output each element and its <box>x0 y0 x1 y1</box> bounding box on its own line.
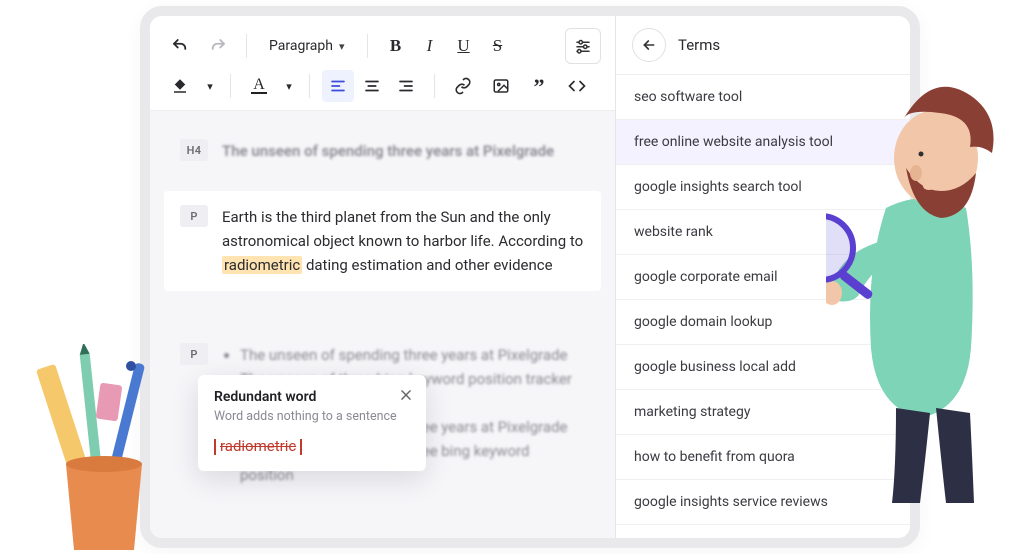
app-shell: Paragraph ▾ B I U S <box>150 16 910 538</box>
editor-content[interactable]: H4 The unseen of spending three years at… <box>150 111 615 515</box>
close-button[interactable] <box>396 385 416 405</box>
text-before: Earth is the third planet from the Sun a… <box>222 208 583 250</box>
highlight-color-chevron[interactable]: ▾ <box>202 70 218 102</box>
highlight-color-button[interactable] <box>164 70 196 102</box>
panel-title: Terms <box>678 36 720 54</box>
pencil-cup-illustration <box>36 344 166 554</box>
heading-block[interactable]: H4 The unseen of spending three years at… <box>164 125 601 177</box>
redo-icon <box>209 37 227 55</box>
man-illustration <box>826 58 1016 508</box>
tooltip-title: Redundant word <box>214 389 410 405</box>
fill-icon <box>171 77 189 95</box>
image-icon <box>492 77 510 95</box>
chevron-down-icon: ▾ <box>286 80 292 93</box>
block-tag-h4: H4 <box>180 139 208 161</box>
block-tag-p: P <box>180 205 208 227</box>
divider <box>230 74 231 98</box>
italic-button[interactable]: I <box>414 30 446 62</box>
link-icon <box>454 77 472 95</box>
redo-button[interactable] <box>202 30 234 62</box>
paragraph-format-select[interactable]: Paragraph ▾ <box>259 30 355 62</box>
image-button[interactable] <box>485 70 517 102</box>
editor-pane: Paragraph ▾ B I U S <box>150 16 615 538</box>
divider <box>367 34 368 58</box>
bold-button[interactable]: B <box>380 30 412 62</box>
sliders-icon <box>574 37 592 55</box>
settings-button[interactable] <box>565 28 601 64</box>
tooltip-strikethrough-word[interactable]: radiometric <box>214 439 302 455</box>
grammar-tooltip: Redundant word Word adds nothing to a se… <box>198 375 426 471</box>
align-left-icon <box>329 77 347 95</box>
paragraph-block-1[interactable]: P Earth is the third planet from the Sun… <box>164 191 601 291</box>
toolbar-row-2: ▾ A ▾ <box>164 70 601 102</box>
close-icon <box>399 388 413 402</box>
paragraph-text: Earth is the third planet from the Sun a… <box>222 205 585 277</box>
chevron-down-icon: ▾ <box>339 40 345 53</box>
text-after: dating estimation and other evidence <box>302 256 552 274</box>
align-center-button[interactable] <box>356 70 388 102</box>
text-style-group: B I U S <box>380 30 514 62</box>
divider <box>246 34 247 58</box>
align-center-icon <box>363 77 381 95</box>
list-item: The unseen of spending three years at Pi… <box>240 343 585 367</box>
align-right-button[interactable] <box>390 70 422 102</box>
code-icon <box>568 77 586 95</box>
toolbar-row-1: Paragraph ▾ B I U S <box>164 28 601 64</box>
tooltip-subtitle: Word adds nothing to a sentence <box>214 409 410 424</box>
undo-icon <box>171 37 189 55</box>
align-left-button[interactable] <box>322 70 354 102</box>
divider <box>434 74 435 98</box>
text-color-chevron[interactable]: ▾ <box>281 70 297 102</box>
chevron-down-icon: ▾ <box>207 80 213 93</box>
back-button[interactable] <box>632 28 666 62</box>
alignment-group <box>322 70 422 102</box>
block-tag-p: P <box>180 343 208 365</box>
code-button[interactable] <box>561 70 593 102</box>
quote-button[interactable]: ” <box>523 70 555 102</box>
arrow-left-icon <box>641 37 657 53</box>
align-right-icon <box>397 77 415 95</box>
quote-icon: ” <box>534 81 545 92</box>
format-label: Paragraph <box>269 38 333 54</box>
undo-button[interactable] <box>164 30 196 62</box>
link-button[interactable] <box>447 70 479 102</box>
underline-button[interactable]: U <box>448 30 480 62</box>
strikethrough-button[interactable]: S <box>482 30 514 62</box>
editor-toolbar: Paragraph ▾ B I U S <box>150 16 615 111</box>
device-frame: Paragraph ▾ B I U S <box>140 6 920 548</box>
highlighted-word[interactable]: radiometric <box>222 256 302 274</box>
text-color-icon: A <box>251 78 267 94</box>
divider <box>309 74 310 98</box>
heading-text: The unseen of spending three years at Pi… <box>222 139 585 163</box>
text-color-button[interactable]: A <box>243 70 275 102</box>
